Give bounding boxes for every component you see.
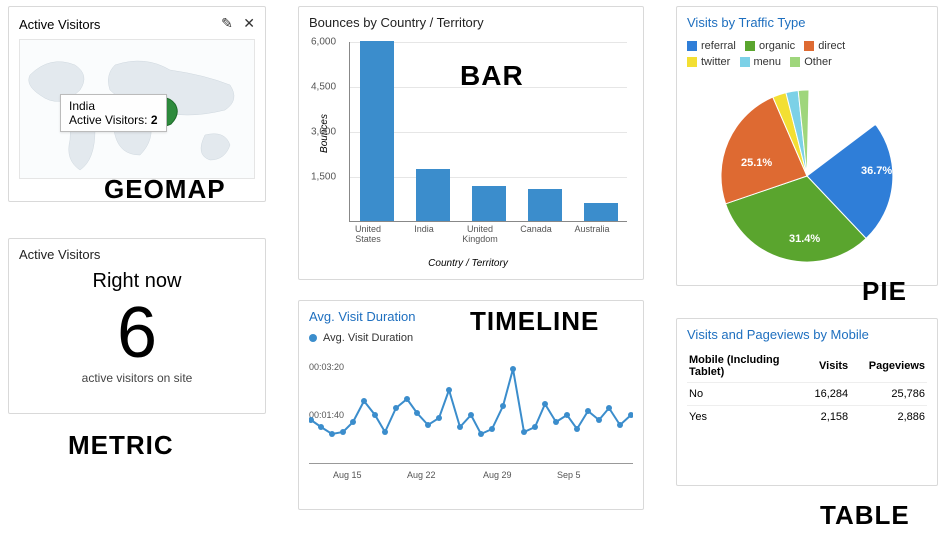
tooltip-label: Active Visitors: <box>69 113 147 127</box>
bar-cat-4: Australia <box>567 224 617 234</box>
timeline-svg <box>309 348 633 464</box>
legend-dot-icon <box>309 334 317 342</box>
tl-x3: Sep 5 <box>557 470 581 480</box>
cell-visits-no: 16,284 <box>802 383 850 406</box>
geomap[interactable]: India Active Visitors: 2 <box>19 39 255 179</box>
mobile-table: Mobile (Including Tablet) Visits Pagevie… <box>687 350 927 428</box>
cell-mobile-yes: Yes <box>687 406 802 429</box>
cell-visits-yes: 2,158 <box>802 406 850 429</box>
timeline-legend: Avg. Visit Duration <box>309 332 633 344</box>
sw-organic-icon <box>745 41 755 51</box>
pie-panel: Visits by Traffic Type referral organic … <box>676 6 938 286</box>
th-visits: Visits <box>802 350 850 383</box>
map-tooltip: India Active Visitors: 2 <box>60 94 167 132</box>
pie-legend: referral organic direct twitter menu Oth… <box>687 38 927 70</box>
metric-value: 6 <box>19 297 255 369</box>
table-row[interactable]: Yes 2,158 2,886 <box>687 406 927 429</box>
sw-direct-icon <box>804 41 814 51</box>
cell-pv-no: 25,786 <box>850 383 927 406</box>
geomap-panel: Active Visitors ✎ ✕ India Active Visitor… <box>8 6 266 202</box>
overlay-table: TABLE <box>820 500 910 531</box>
sw-twitter-icon <box>687 57 697 67</box>
cell-mobile-no: No <box>687 383 802 406</box>
bar-chart: Bounces 6,000 4,500 3,000 1,500 UnitedSt… <box>309 38 627 258</box>
tl-x1: Aug 22 <box>407 470 436 480</box>
metric-panel: Active Visitors Right now 6 active visit… <box>8 238 266 414</box>
bar-xlabel: Country / Territory <box>309 258 627 269</box>
sw-other-icon <box>790 57 800 67</box>
bar-united-states[interactable] <box>360 41 394 221</box>
bar-india[interactable] <box>416 169 450 221</box>
tl-x2: Aug 29 <box>483 470 512 480</box>
overlay-metric: METRIC <box>68 430 174 461</box>
bar-canada[interactable] <box>528 189 562 221</box>
metric-sub: active visitors on site <box>19 371 255 385</box>
th-mobile: Mobile (Including Tablet) <box>687 350 802 383</box>
pie-title[interactable]: Visits by Traffic Type <box>687 15 927 30</box>
pie-label-referral: 36.7% <box>861 165 892 177</box>
table-row[interactable]: No 16,284 25,786 <box>687 383 927 406</box>
th-pageviews: Pageviews <box>850 350 927 383</box>
edit-icon[interactable]: ✎ <box>221 15 233 31</box>
tooltip-country: India <box>69 99 158 113</box>
sw-referral-icon <box>687 41 697 51</box>
metric-rightnow: Right now <box>19 270 255 293</box>
pie-label-organic: 31.4% <box>789 233 820 245</box>
geomap-title: Active Visitors <box>19 17 100 32</box>
bar-cat-2: UnitedKingdom <box>455 224 505 244</box>
cell-pv-yes: 2,886 <box>850 406 927 429</box>
bar-united-kingdom[interactable] <box>472 186 506 221</box>
timeline-plot: 00:03:20 00:01:40 Aug 15 Aug 22 Aug 29 S… <box>309 348 633 478</box>
bar-title: Bounces by Country / Territory <box>309 15 633 30</box>
close-icon[interactable]: ✕ <box>243 15 255 31</box>
pie-label-direct: 25.1% <box>741 157 772 169</box>
bar-cat-1: India <box>399 224 449 234</box>
bar-panel: Bounces by Country / Territory Bounces 6… <box>298 6 644 280</box>
table-panel: Visits and Pageviews by Mobile Mobile (I… <box>676 318 938 486</box>
table-title[interactable]: Visits and Pageviews by Mobile <box>687 327 927 342</box>
bar-cat-0: UnitedStates <box>343 224 393 244</box>
table-header-row: Mobile (Including Tablet) Visits Pagevie… <box>687 350 927 383</box>
sw-menu-icon <box>740 57 750 67</box>
bar-cat-3: Canada <box>511 224 561 234</box>
bar-australia[interactable] <box>584 203 618 221</box>
timeline-panel: Avg. Visit Duration Avg. Visit Duration … <box>298 300 644 510</box>
pie-chart: 36.7% 31.4% 25.1% <box>707 76 907 276</box>
tl-x0: Aug 15 <box>333 470 362 480</box>
timeline-title[interactable]: Avg. Visit Duration <box>309 309 633 324</box>
metric-title: Active Visitors <box>19 247 255 262</box>
tooltip-value: 2 <box>151 113 158 127</box>
